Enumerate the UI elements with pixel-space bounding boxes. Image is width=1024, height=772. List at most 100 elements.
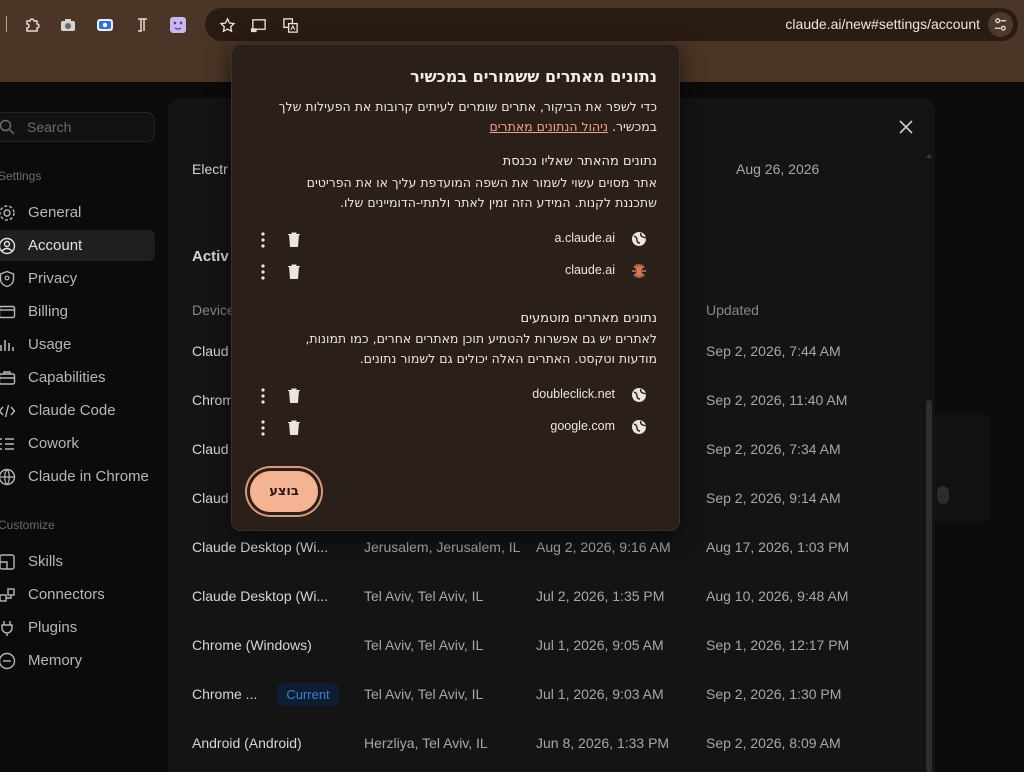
sidebar-item-billing[interactable]: Billing xyxy=(0,296,155,327)
sidebar-item-label: Billing xyxy=(28,303,69,320)
sidebar-item-label: Usage xyxy=(28,336,72,353)
shield-icon xyxy=(0,270,15,287)
browser-toolbar: claude.ai/new#settings/account xyxy=(0,0,1024,50)
site-data-dialog: נתונים מאתרים ששמורים במכשיר כדי לשפר את… xyxy=(231,44,680,531)
top-row-updated: Aug 26, 2026 xyxy=(736,161,820,177)
translate-icon[interactable] xyxy=(280,15,300,35)
visited-desc-line1: אתר מסוים עשוי לשמור את השפה המועדפת עלי… xyxy=(306,175,657,190)
customize-section-label: Customize xyxy=(0,518,55,532)
smiley-icon[interactable] xyxy=(167,14,189,36)
sidebar-item-label: Memory xyxy=(28,652,83,669)
row-created: Jun 8, 2026, 1:33 PM xyxy=(536,735,670,751)
sidebar-item-cowork[interactable]: Cowork xyxy=(0,428,155,459)
embedded-desc-line1: לאתרים יש גם אפשרות להטמיע תוכן מאתרים א… xyxy=(305,331,657,346)
sidebar-item-label: Claude Code xyxy=(28,402,116,419)
site-name: doubleclick.net xyxy=(532,387,615,401)
row-device: Chrom xyxy=(192,392,235,408)
dialog-intro-line2: במכשיר. ניהול הנתונים מאתרים xyxy=(489,117,657,137)
camera-icon[interactable] xyxy=(57,14,79,36)
more-options-icon[interactable] xyxy=(254,386,272,406)
background-panel xyxy=(935,413,990,523)
globe-icon xyxy=(0,468,16,485)
row-updated: Sep 2, 2026, 11:40 AM xyxy=(706,392,848,408)
site-name: claude.ai xyxy=(564,263,615,277)
gear-icon xyxy=(0,204,15,221)
row-location: Jerusalem, Jerusalem, IL xyxy=(364,539,521,555)
trash-icon[interactable] xyxy=(286,231,302,248)
row-updated: Sep 2, 2026, 7:44 AM xyxy=(706,343,841,359)
globe-icon xyxy=(632,388,647,402)
done-button[interactable]: בוצע xyxy=(250,471,318,512)
sidebar-item-capabilities[interactable]: Capabilities xyxy=(0,362,155,393)
row-device: Claude Desktop (Wi... xyxy=(192,539,329,555)
sidebar-item-usage[interactable]: Usage xyxy=(0,329,155,360)
memory-icon xyxy=(0,652,16,669)
visited-sites-heading: נתונים מהאתר שאליו נכנסת xyxy=(502,154,657,169)
sidebar-item-privacy[interactable]: Privacy xyxy=(0,263,155,294)
row-updated: Aug 10, 2026, 9:48 AM xyxy=(706,588,849,604)
scroll-up-arrow[interactable] xyxy=(926,152,932,160)
row-device: Chrome (Windows) xyxy=(192,637,312,653)
sidebar-item-label: Connectors xyxy=(28,586,105,603)
connectors-icon xyxy=(0,587,15,602)
row-updated: Sep 2, 2026, 8:09 AM xyxy=(706,735,841,751)
row-device: Claude Desktop (Wi... xyxy=(192,588,329,604)
row-device: Claud xyxy=(192,441,229,457)
star-icon[interactable] xyxy=(217,15,237,35)
manage-site-data-link[interactable]: ניהול הנתונים מאתרים xyxy=(489,119,608,134)
close-icon[interactable] xyxy=(896,117,916,137)
globe-icon xyxy=(632,420,647,434)
row-location: Tel Aviv, Tel Aviv, IL xyxy=(364,637,484,653)
claude-logo-icon xyxy=(631,263,647,279)
scrollbar-thumb[interactable] xyxy=(926,400,932,772)
screen-capture-icon[interactable] xyxy=(94,14,116,36)
row-updated: Sep 2, 2026, 7:34 AM xyxy=(706,441,841,457)
background-toggle xyxy=(937,486,949,504)
sidebar-item-label: Claude in Chrome xyxy=(28,468,149,485)
row-device: Claud xyxy=(192,343,229,359)
site-settings-button[interactable] xyxy=(988,12,1013,37)
trash-icon[interactable] xyxy=(286,419,302,436)
sidebar-item-claude-in-chrome[interactable]: Claude in Chrome xyxy=(0,461,155,492)
skills-icon xyxy=(0,553,15,570)
sidebar-item-skills[interactable]: Skills xyxy=(0,546,155,577)
site-name: a.claude.ai xyxy=(554,231,615,245)
sidebar-item-label: Skills xyxy=(28,553,64,570)
top-row-device: Electr xyxy=(192,161,228,177)
puzzle-icon[interactable] xyxy=(22,14,44,36)
sidebar-item-label: Cowork xyxy=(28,435,79,452)
trash-icon[interactable] xyxy=(286,263,302,280)
search-input[interactable] xyxy=(27,119,147,135)
code-icon xyxy=(0,404,16,417)
sidebar-item-plugins[interactable]: Plugins xyxy=(0,612,155,643)
row-updated: Sep 2, 2026, 9:14 AM xyxy=(706,490,841,506)
sidebar-search[interactable] xyxy=(0,112,155,142)
sidebar-item-connectors[interactable]: Connectors xyxy=(0,579,155,610)
more-options-icon[interactable] xyxy=(254,230,272,250)
sidebar-item-account[interactable]: Account xyxy=(0,230,155,261)
row-created: Aug 2, 2026, 9:16 AM xyxy=(536,539,671,555)
row-location: Tel Aviv, Tel Aviv, IL xyxy=(364,686,484,702)
row-updated: Sep 2, 2026, 1:30 PM xyxy=(706,686,842,702)
site-name: google.com xyxy=(550,419,615,433)
site-row-doubleclick-net: doubleclick.net xyxy=(250,384,663,408)
embedded-sites-heading: נתונים מאתרים מוטמעים xyxy=(520,311,657,326)
sidebar-item-general[interactable]: General xyxy=(0,197,155,228)
column-device: Device xyxy=(192,302,235,318)
url-text[interactable]: claude.ai/new#settings/account xyxy=(785,16,980,32)
sidebar-item-memory[interactable]: Memory xyxy=(0,645,155,676)
cast-icon[interactable] xyxy=(248,15,268,35)
more-options-icon[interactable] xyxy=(254,418,272,438)
user-icon xyxy=(0,237,16,254)
row-created: Jul 1, 2026, 9:05 AM xyxy=(536,637,664,653)
dialog-intro-line1: כדי לשפר את הביקור, אתרים שומרים לעיתים … xyxy=(278,99,657,114)
sidebar-item-label: Capabilities xyxy=(28,369,106,386)
visited-desc-line2: שתכננת לקנות. המידע הזה זמין לאתר ולתתי-… xyxy=(340,195,657,210)
tune-icon xyxy=(994,18,1007,31)
sidebar-item-claude-code[interactable]: Claude Code xyxy=(0,395,155,426)
text-format-icon[interactable] xyxy=(131,14,153,36)
trash-icon[interactable] xyxy=(286,387,302,404)
address-bar[interactable]: claude.ai/new#settings/account xyxy=(205,8,1018,41)
row-updated: Aug 17, 2026, 1:03 PM xyxy=(706,539,850,555)
more-options-icon[interactable] xyxy=(254,262,272,282)
